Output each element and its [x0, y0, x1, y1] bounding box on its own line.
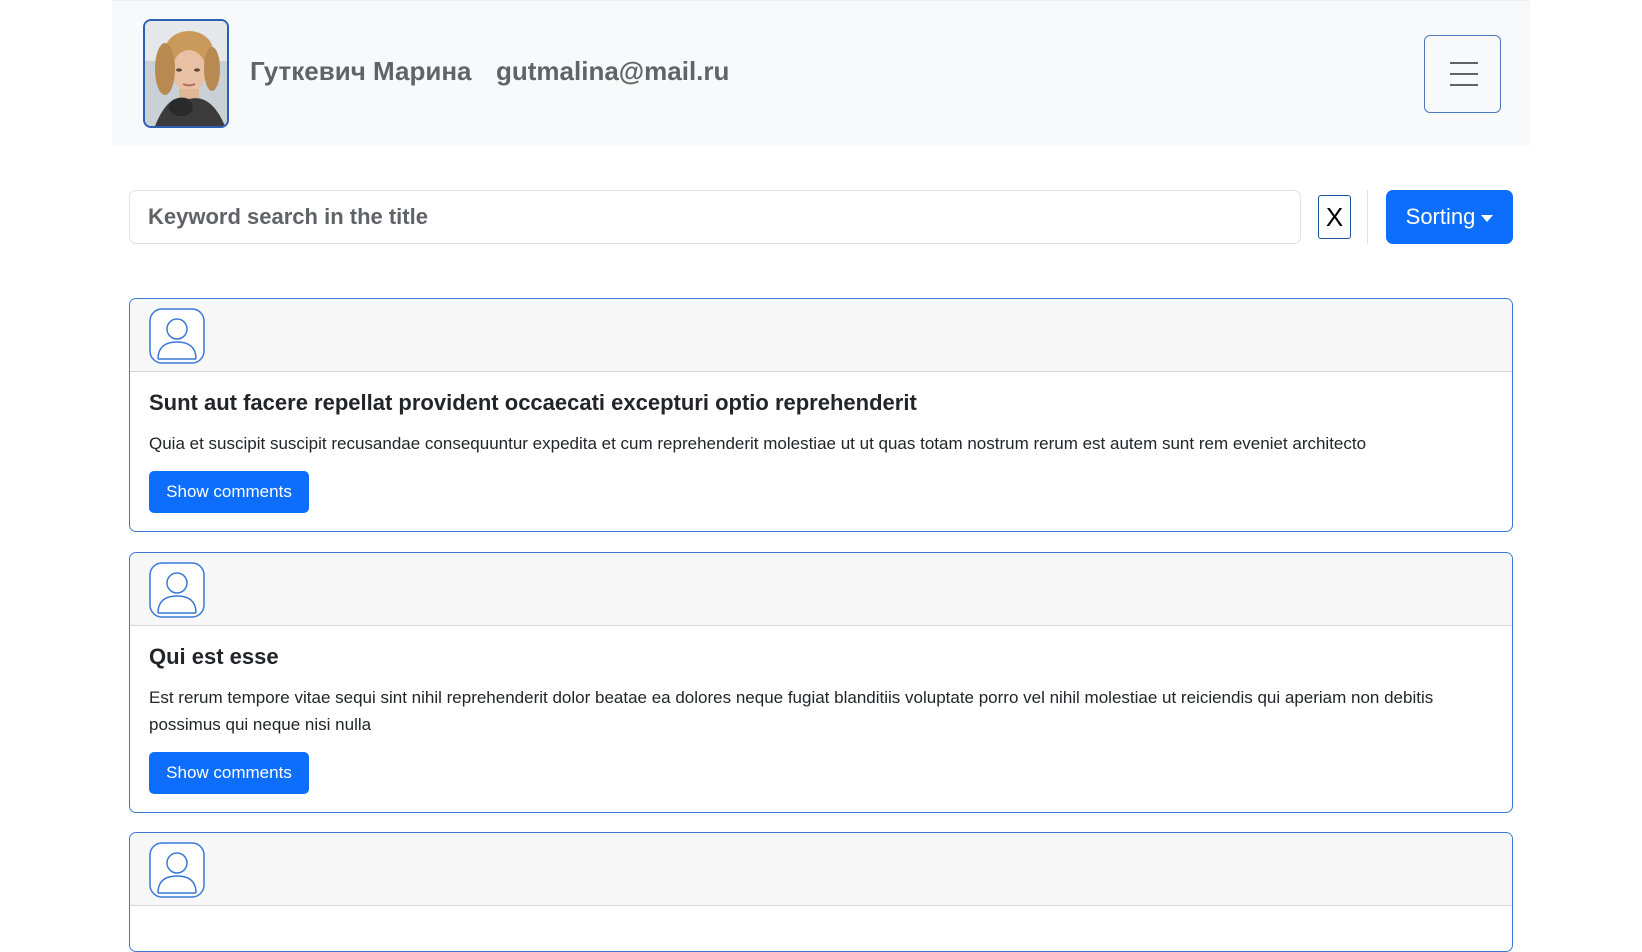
user-avatar[interactable] [143, 19, 229, 128]
post-card-body: Qui est esse Est rerum tempore vitae seq… [130, 626, 1512, 794]
user-icon [149, 308, 205, 364]
show-comments-button[interactable]: Show comments [149, 471, 309, 513]
user-icon [149, 562, 205, 618]
hamburger-menu-icon [1450, 62, 1478, 64]
user-email: gutmalina@mail.ru [496, 56, 730, 86]
divider [1367, 190, 1368, 244]
post-card-header [130, 833, 1512, 906]
clear-search-button[interactable]: X [1318, 195, 1351, 239]
user-icon [149, 842, 205, 898]
show-comments-button[interactable]: Show comments [149, 752, 309, 794]
post-title: Sunt aut facere repellat provident occae… [149, 390, 917, 415]
post-card-body: Sunt aut facere repellat provident occae… [130, 372, 1512, 513]
post-card: Qui est esse Est rerum tempore vitae seq… [129, 552, 1513, 813]
navbar-toggle-button[interactable] [1424, 35, 1501, 113]
post-card-header [130, 553, 1512, 626]
user-name: Гуткевич Марина [250, 56, 472, 86]
sorting-dropdown-button[interactable]: Sorting [1386, 190, 1513, 244]
post-card: Sunt aut facere repellat provident occae… [129, 298, 1513, 532]
post-card-header [130, 299, 1512, 372]
caret-down-icon [1481, 214, 1494, 222]
search-input[interactable] [129, 190, 1301, 244]
navbar: Гуткевич Марина gutmalina@mail.ru [112, 0, 1530, 146]
sorting-label: Sorting [1405, 204, 1476, 229]
post-body: Est rerum tempore vitae sequi sint nihil… [149, 688, 1434, 734]
post-card [129, 832, 1513, 952]
post-title: Qui est esse [149, 644, 279, 669]
post-body: Quia et suscipit suscipit recusandae con… [149, 434, 1367, 453]
